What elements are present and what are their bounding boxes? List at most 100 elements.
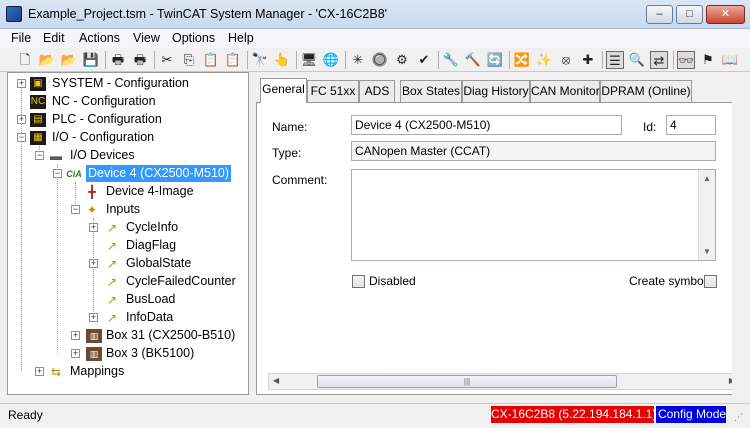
tab-can-monitor[interactable]: CAN Monitor	[530, 80, 600, 102]
name-field[interactable]: Device 4 (CX2500-M510)	[351, 115, 622, 135]
paste-icon[interactable]: 📋	[202, 51, 220, 69]
disconnect-icon[interactable]: ⚙	[393, 51, 411, 69]
list-icon[interactable]: ☰	[606, 51, 624, 69]
tree-item-device4-image[interactable]: ╋ Device 4-Image	[8, 183, 248, 200]
resize-grip-icon[interactable]: ⋰	[734, 412, 746, 424]
create-symbols-checkbox[interactable]	[704, 275, 717, 288]
add-device-icon[interactable]: ✚	[579, 51, 597, 69]
tree-item-system[interactable]: + ▣ SYSTEM - Configuration	[8, 75, 248, 92]
tree-item-globalstate[interactable]: + ↗ GlobalState	[8, 255, 248, 272]
help-book-icon[interactable]: 📖	[721, 51, 739, 69]
copy-icon[interactable]: ⎘	[180, 51, 198, 69]
breakpoint-icon[interactable]: ⚑	[699, 51, 717, 69]
tree-item-box31[interactable]: + ▥ Box 31 (CX2500-B510)	[8, 327, 248, 344]
expand-icon[interactable]: +	[71, 331, 80, 340]
open-folder-icon[interactable]: 📂	[38, 51, 56, 69]
tree-item-label: CycleInfo	[126, 220, 179, 234]
tree-item-plc[interactable]: + ▤ PLC - Configuration	[8, 111, 248, 128]
network-icon[interactable]: 🌐	[322, 51, 340, 69]
cut-icon[interactable]: ✂	[158, 51, 176, 69]
pane-splitter[interactable]	[249, 72, 256, 395]
close-button[interactable]: ✕	[706, 5, 745, 24]
activate-icon[interactable]: 🔧	[442, 51, 460, 69]
right-vscrollbar[interactable]	[732, 72, 750, 395]
comment-scrollbar[interactable]: ▲ ▼	[698, 170, 715, 260]
scan-icon[interactable]: ✳	[349, 51, 367, 69]
menu-edit[interactable]: Edit	[43, 31, 65, 45]
tree-item-busload[interactable]: ↗ BusLoad	[8, 291, 248, 308]
check-config-icon[interactable]: ✔	[415, 51, 433, 69]
tree-item-label: Inputs	[106, 202, 141, 216]
id-label: Id:	[643, 120, 657, 134]
tab-dpram-online[interactable]: DPRAM (Online)	[600, 80, 692, 102]
collapse-icon[interactable]: −	[35, 151, 44, 160]
target-icon[interactable]: 🔘	[371, 51, 389, 69]
tree-item-label-selected: Device 4 (CX2500-M510)	[86, 165, 232, 182]
expand-icon[interactable]: +	[89, 223, 98, 232]
expand-icon[interactable]: +	[71, 349, 80, 358]
tree-item-label: I/O Devices	[70, 148, 135, 162]
collapse-icon[interactable]: −	[53, 169, 62, 178]
tree-item-io-devices[interactable]: − ▬ I/O Devices	[8, 147, 248, 164]
tab-fc51xx[interactable]: FC 51xx	[307, 80, 359, 102]
tab-general[interactable]: General	[260, 78, 307, 103]
maximize-button[interactable]: □	[676, 5, 703, 24]
tree-item-nc[interactable]: NC NC - Configuration	[8, 93, 248, 110]
minimize-button[interactable]: –	[646, 5, 673, 24]
tree-item-cycleinfo[interactable]: + ↗ CycleInfo	[8, 219, 248, 236]
expand-icon[interactable]: +	[89, 259, 98, 268]
menu-options[interactable]: Options	[172, 31, 215, 45]
paste-special-icon[interactable]: 📋	[224, 51, 242, 69]
tree-item-device4[interactable]: − CiA Device 4 (CX2500-M510)	[8, 165, 248, 182]
zoom-icon[interactable]: 🔍	[628, 51, 646, 69]
collapse-icon[interactable]: −	[17, 133, 26, 142]
menu-view[interactable]: View	[133, 31, 160, 45]
system-config-icon: ▣	[30, 77, 46, 91]
menu-file[interactable]: File	[11, 31, 31, 45]
tree-item-cyclefailedcounter[interactable]: ↗ CycleFailedCounter	[8, 273, 248, 290]
disabled-checkbox[interactable]	[352, 275, 365, 288]
menu-actions[interactable]: Actions	[79, 31, 120, 45]
collapse-icon[interactable]: −	[71, 205, 80, 214]
tab-ads[interactable]: ADS	[359, 80, 395, 102]
toolbar-separator	[105, 51, 106, 69]
print-preview-icon[interactable]: 🖶	[131, 51, 149, 69]
panel-hscrollbar[interactable]: ◀ ||| ▶	[268, 373, 740, 390]
tree-item-infodata[interactable]: + ↗ InfoData	[8, 309, 248, 326]
save-icon[interactable]: 💾	[82, 51, 100, 69]
project-tree[interactable]: + ▣ SYSTEM - Configuration NC NC - Confi…	[7, 72, 249, 395]
new-file-icon[interactable]: 🗋	[16, 51, 34, 69]
tab-diag-history[interactable]: Diag History	[462, 80, 530, 102]
print-icon[interactable]: 🖶	[109, 51, 127, 69]
wand-icon[interactable]: ✨	[535, 51, 553, 69]
tab-box-states[interactable]: Box States	[400, 80, 462, 102]
scroll-left-icon[interactable]: ◀	[273, 376, 279, 385]
restart-icon[interactable]: 🔨	[464, 51, 482, 69]
glasses-icon[interactable]: 👓	[677, 51, 695, 69]
tree-item-io[interactable]: − ▦ I/O - Configuration	[8, 129, 248, 146]
expand-icon[interactable]: +	[17, 79, 26, 88]
tree-item-inputs[interactable]: − ✦ Inputs	[8, 201, 248, 218]
scroll-down-icon[interactable]: ▼	[703, 247, 711, 256]
expand-icon[interactable]: +	[17, 115, 26, 124]
build-icon[interactable]: 🔀	[513, 51, 531, 69]
monitor-icon[interactable]: 🖥	[300, 51, 318, 69]
find-icon[interactable]: 🔭	[251, 51, 269, 69]
stop-icon[interactable]: ⦻	[557, 51, 575, 69]
scroll-thumb[interactable]: |||	[317, 375, 617, 388]
set-mode-icon[interactable]: 🔄	[486, 51, 504, 69]
toggle-icon[interactable]: ⇄	[650, 51, 668, 69]
tree-item-label: Box 3 (BK5100)	[106, 346, 195, 360]
open-icon[interactable]: 📂	[60, 51, 78, 69]
scroll-up-icon[interactable]: ▲	[703, 174, 711, 183]
find-next-icon[interactable]: 👆	[273, 51, 291, 69]
comment-textarea[interactable]: ▲ ▼	[351, 169, 716, 261]
expand-icon[interactable]: +	[89, 313, 98, 322]
toolbar: 🗋 📂 📂 💾 🖶 🖶 ✂ ⎘ 📋 📋 🔭 👆 🖥 🌐 ✳ 🔘 ⚙ ✔ 🔧 🔨 🔄 🔀 ✨ ⦻ ✚ ☰ 🔍 ⇄ 👓 ⚑ 📖	[0, 48, 750, 72]
expand-icon[interactable]: +	[35, 367, 44, 376]
tree-item-box3[interactable]: + ▥ Box 3 (BK5100)	[8, 345, 248, 362]
menu-help[interactable]: Help	[228, 31, 254, 45]
tree-item-diagflag[interactable]: ↗ DiagFlag	[8, 237, 248, 254]
id-field[interactable]: 4	[666, 115, 716, 135]
tree-item-mappings[interactable]: + ⇆ Mappings	[8, 363, 248, 380]
